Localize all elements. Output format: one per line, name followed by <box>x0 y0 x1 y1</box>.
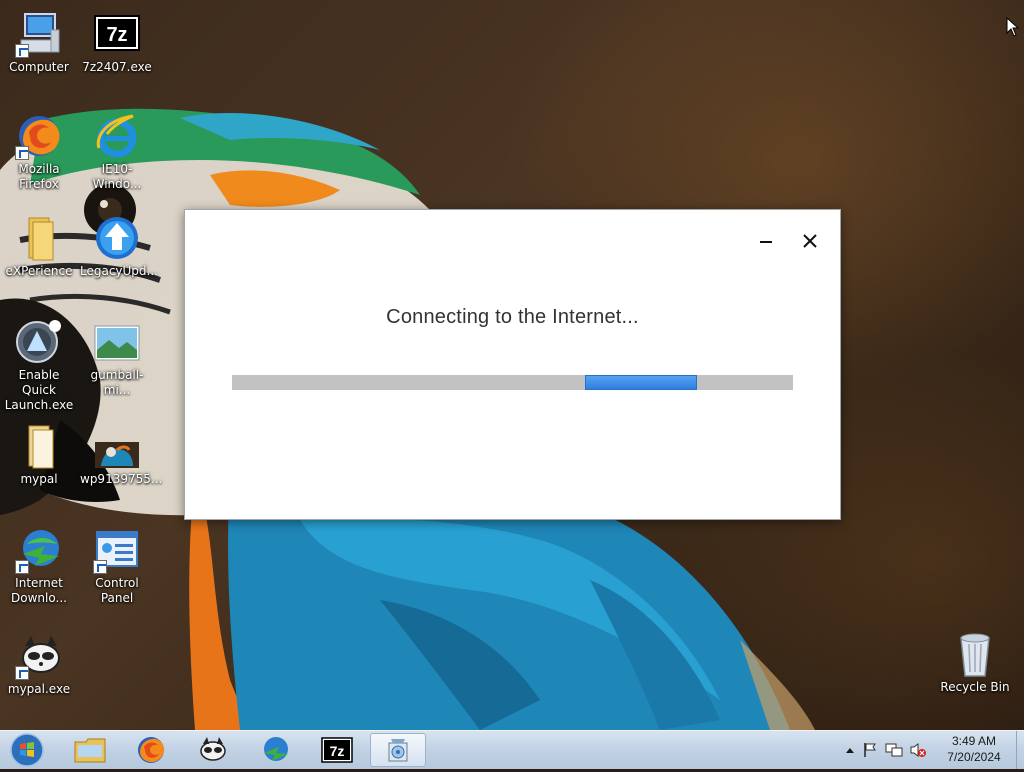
desktop-icon-control-panel[interactable]: Control Panel <box>78 526 156 606</box>
folder-icon <box>74 738 106 763</box>
taskbar-internet-download-manager[interactable] <box>247 733 303 767</box>
desktop-icon-gumball[interactable]: gumball-mi... <box>78 318 156 398</box>
internet-download-manager-icon <box>15 526 63 574</box>
desktop-icon-wp9139755[interactable]: wp9139755... <box>78 422 163 487</box>
clock-date: 7/20/2024 <box>947 750 1001 764</box>
windows-start-icon <box>10 733 44 767</box>
recycle-bin-icon <box>951 630 999 678</box>
internet-explorer-icon <box>93 112 141 160</box>
setup-icon <box>388 739 408 762</box>
show-hidden-icons-icon <box>846 748 854 753</box>
desktop-icon-label: Enable Quick Launch.exe <box>4 368 74 412</box>
legacy-update-icon <box>93 214 141 262</box>
mypal-icon <box>15 632 63 680</box>
action-center-flag-icon <box>864 743 876 757</box>
desktop-icon-label: Computer <box>9 60 69 74</box>
firefox-icon <box>15 112 63 160</box>
computer-icon <box>15 10 63 58</box>
desktop-icon-mypal-folder[interactable]: mypal <box>0 422 78 487</box>
desktop-icon-recycle-bin[interactable]: Recycle Bin <box>936 630 1014 695</box>
network-button[interactable] <box>882 742 906 758</box>
action-center-button[interactable] <box>858 742 882 758</box>
desktop-icon-label: 7z2407.exe <box>82 60 152 74</box>
desktop-icon-enable-quick-launch[interactable]: Enable Quick Launch.exe <box>0 318 78 413</box>
desktop-icon-label: Control Panel <box>95 576 139 605</box>
folder-icon <box>15 214 63 262</box>
progress-bar <box>232 375 793 390</box>
desktop-icon-7z2407[interactable]: 7z 7z2407.exe <box>78 10 156 75</box>
network-icon <box>885 743 903 757</box>
clock-time: 3:49 AM <box>951 734 997 748</box>
svg-text:7z: 7z <box>106 24 127 46</box>
7zip-icon: 7z <box>321 737 353 763</box>
firefox-icon <box>138 737 165 763</box>
desktop-icon-label: Mozilla Firefox <box>18 162 60 191</box>
mouse-cursor-icon <box>1006 17 1020 37</box>
taskbar-file-explorer[interactable] <box>62 733 118 767</box>
desktop-icon-firefox[interactable]: Mozilla Firefox <box>0 112 78 192</box>
desktop-icon-internet-download-manager[interactable]: Internet Downlo... <box>0 526 78 606</box>
taskbar-setup[interactable] <box>370 733 426 767</box>
dialog-message: Connecting to the Internet... <box>386 306 639 328</box>
system-clock[interactable]: 3:49 AM 7/20/2024 <box>932 733 1016 765</box>
desktop-icon-label: mypal.exe <box>7 682 71 696</box>
volume-muted-icon <box>910 743 926 757</box>
mypal-icon <box>200 737 226 761</box>
quick-launch-icon <box>15 318 63 366</box>
desktop-icon-computer[interactable]: Computer <box>0 10 78 75</box>
image-file-icon <box>93 318 141 366</box>
minimize-button[interactable] <box>751 228 781 254</box>
7zip-icon: 7z <box>93 10 141 58</box>
desktop-icon-label: Internet Downlo... <box>11 576 67 605</box>
taskbar-firefox[interactable] <box>123 733 179 767</box>
desktop-icon-legacyupdate[interactable]: LegacyUpd... <box>78 214 158 279</box>
taskbar-7zip[interactable]: 7z <box>309 733 365 767</box>
desktop-icon-label: mypal <box>20 472 58 486</box>
taskbar: 7z 3:49 AM 7/20/2024 <box>0 730 1024 769</box>
desktop-icon-experience[interactable]: eXPerience <box>0 214 78 279</box>
show-hidden-icons-button[interactable] <box>842 746 858 754</box>
internet-download-manager-icon <box>264 737 288 761</box>
desktop-icon-label: eXPerience <box>5 264 73 278</box>
close-button[interactable] <box>795 228 825 254</box>
progress-indicator <box>585 375 697 390</box>
close-icon <box>803 234 817 248</box>
taskbar-mypal[interactable] <box>185 733 241 767</box>
desktop-icon-label: wp9139755... <box>80 472 163 486</box>
desktop-icon-mypal-exe[interactable]: mypal.exe <box>0 632 78 697</box>
folder-icon <box>15 422 63 470</box>
volume-button[interactable] <box>906 742 930 758</box>
desktop-icon-ie10[interactable]: IE10-Windo... <box>78 112 156 192</box>
show-desktop-button[interactable] <box>1016 731 1024 769</box>
desktop-icon-label: IE10-Windo... <box>92 162 142 191</box>
notification-area <box>842 731 930 769</box>
control-panel-icon <box>93 526 141 574</box>
connecting-dialog: Connecting to the Internet... <box>184 209 841 520</box>
desktop-icon-label: gumball-mi... <box>90 368 144 397</box>
image-file-icon <box>93 422 141 470</box>
svg-text:7z: 7z <box>330 743 345 759</box>
desktop-icon-label: Recycle Bin <box>940 680 1010 694</box>
minimize-icon <box>760 241 772 243</box>
desktop-icon-label: LegacyUpd... <box>80 264 158 278</box>
start-button[interactable] <box>8 732 46 768</box>
